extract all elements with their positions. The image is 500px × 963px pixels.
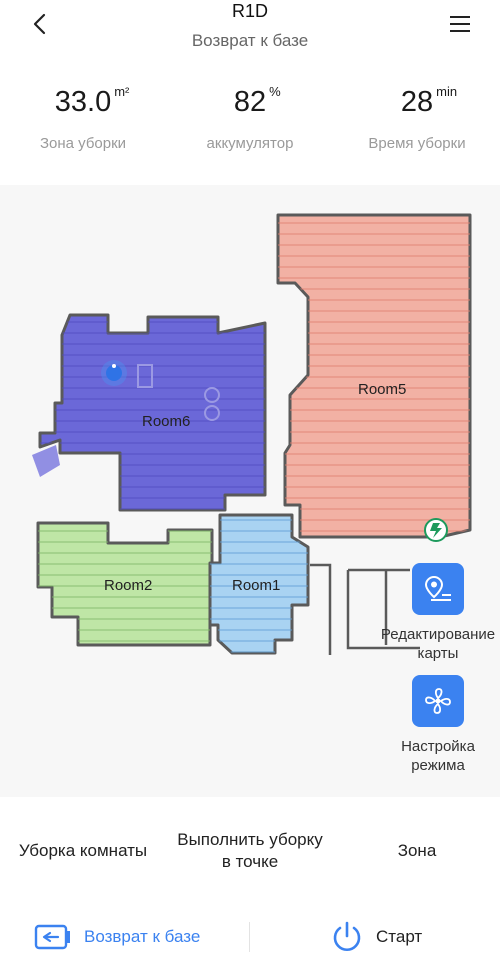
page-title: R1D — [231, 1, 268, 21]
menu-button[interactable] — [446, 10, 474, 38]
robot-position-marker — [101, 360, 127, 386]
header: R1D Возврат к базе — [0, 0, 500, 62]
room-label[interactable]: Room6 — [142, 413, 190, 430]
edit-map-label[interactable]: Редактирование карты — [373, 625, 500, 663]
stat-cleaning-time: 28 min Время уборки — [334, 80, 500, 152]
map-pin-icon — [424, 575, 451, 601]
mode-settings-button[interactable] — [412, 675, 464, 727]
action-divider — [249, 922, 250, 952]
stat-value: 33.0 — [54, 86, 112, 118]
stat-unit: % — [269, 84, 281, 99]
start-button[interactable]: Старт — [330, 920, 423, 954]
return-to-base-button[interactable]: Возврат к базе — [34, 922, 200, 952]
stat-label: аккумулятор — [206, 135, 294, 152]
start-label: Старт — [376, 927, 423, 946]
room-label[interactable]: Room5 — [358, 381, 406, 398]
status-subtitle: Возврат к базе — [191, 31, 309, 50]
dock-return-icon — [34, 924, 72, 950]
mode-room-cleaning[interactable]: Уборка комнаты — [0, 797, 166, 904]
stats-panel: 33.0 m² Зона уборки 82% аккумулятор 28 min… — [0, 80, 500, 170]
stat-battery: 82% аккумулятор — [167, 80, 333, 152]
action-bar: Возврат к базе Старт — [0, 904, 500, 963]
stat-value: 28 — [400, 86, 434, 118]
fan-icon — [425, 688, 451, 714]
room-label[interactable]: Room1 — [232, 577, 280, 594]
mode-label: Выполнить уборку в точке — [177, 829, 323, 871]
hamburger-menu-icon — [450, 16, 470, 32]
room-label[interactable]: Room2 — [104, 577, 152, 594]
mode-zone-cleaning[interactable]: Зона — [334, 797, 500, 904]
stat-unit: min — [436, 84, 458, 99]
cleaning-map[interactable]: Room6 Room5 Room2 Room1 Редактирование к… — [0, 185, 500, 797]
charging-dock[interactable] — [424, 518, 448, 542]
room5-area[interactable] — [276, 213, 472, 539]
stat-label: Время уборки — [368, 135, 466, 152]
power-icon — [330, 920, 364, 954]
mode-settings-label[interactable]: Настройка режима — [373, 737, 500, 775]
mode-spot-cleaning[interactable]: Выполнить уборку в точке — [167, 797, 333, 904]
stat-value: 82 — [233, 86, 267, 118]
cleaning-mode-bar: Уборка комнаты Выполнить уборку в точке … — [0, 797, 500, 904]
mode-label: Уборка комнаты — [18, 840, 148, 860]
stat-label: Зона уборки — [39, 135, 127, 152]
edit-map-button[interactable] — [412, 563, 464, 615]
mode-label: Зона — [397, 840, 437, 860]
return-to-base-label: Возврат к базе — [84, 927, 201, 946]
stat-cleaned-area: 33.0 m² Зона уборки — [0, 80, 166, 152]
stat-unit: m² — [114, 84, 130, 99]
